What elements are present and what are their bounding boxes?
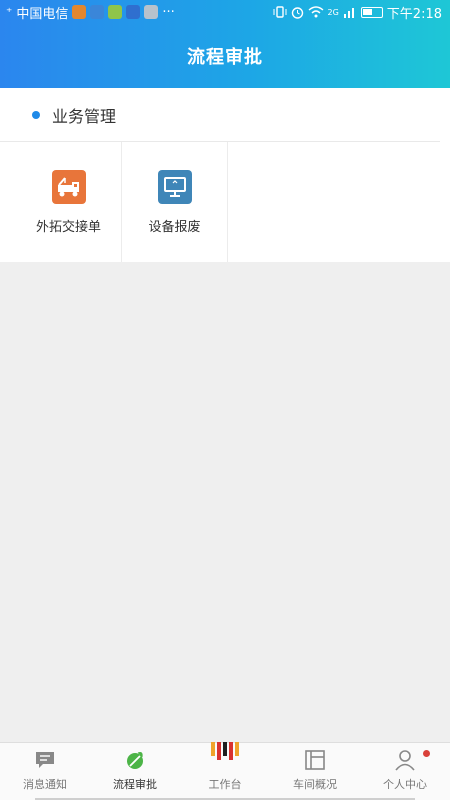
- function-grid: 外拓交接单 设备报废: [16, 142, 450, 262]
- network-type-label: 2G: [327, 7, 339, 17]
- clock-label: 下午2:18: [386, 6, 442, 22]
- equipment-scrap-label: 设备报废: [148, 219, 201, 235]
- person-icon: [394, 749, 416, 771]
- workbench-logo-icon: [211, 742, 239, 760]
- tab-profile-label: 个人中心: [383, 778, 427, 791]
- page-title: 流程审批: [187, 47, 263, 68]
- section-header: 业务管理: [0, 88, 440, 142]
- page-title-bar: 流程审批: [0, 24, 450, 88]
- notification-files-icon: [108, 5, 123, 19]
- tow-truck-icon: [51, 169, 86, 204]
- tab-workbench[interactable]: 工作台: [180, 742, 270, 800]
- tab-workshop-label: 车间概况: [293, 778, 337, 791]
- handover-form-label: 外拓交接单: [35, 219, 101, 235]
- tab-messages-label: 消息通知: [23, 778, 67, 791]
- app-header: ⁺ 中国电信 ··· 2G 下午2:18 流程审批: [0, 0, 450, 88]
- notification-badge: [423, 750, 430, 757]
- monitor-icon: [157, 169, 192, 204]
- status-bar: ⁺ 中国电信 ··· 2G 下午2:18: [0, 0, 450, 24]
- notification-app-icon: [72, 5, 87, 19]
- workshop-layout-icon: [304, 749, 326, 771]
- status-bar-left: ⁺ 中国电信 ···: [6, 3, 175, 22]
- business-management-section: 业务管理 外拓交接单 设备报废: [0, 88, 450, 262]
- tab-approval[interactable]: 流程审批: [90, 743, 180, 800]
- tab-approval-label: 流程审批: [113, 778, 157, 791]
- bottom-tab-bar: 消息通知 流程审批 工作台 车间概况 个人中心: [0, 742, 450, 800]
- section-title: 业务管理: [52, 106, 117, 126]
- status-bar-right: 2G 下午2:18: [273, 3, 442, 22]
- tab-workshop[interactable]: 车间概况: [270, 743, 360, 800]
- wifi-icon: [308, 6, 323, 18]
- tab-profile[interactable]: 个人中心: [360, 743, 450, 800]
- notification-5g-icon: [126, 5, 141, 19]
- signal-plus-icon: ⁺: [6, 5, 13, 19]
- equipment-scrap-button[interactable]: 设备报废: [122, 142, 228, 262]
- carrier-label: 中国电信: [16, 6, 69, 22]
- approval-leaf-icon: [124, 749, 146, 771]
- notification-browser-icon: [90, 5, 105, 19]
- section-bullet-icon: [32, 110, 40, 119]
- alarm-icon: [291, 6, 303, 19]
- notification-chat-icon: [144, 5, 159, 19]
- message-icon: [34, 749, 56, 771]
- handover-form-button[interactable]: 外拓交接单: [16, 142, 122, 262]
- vibrate-icon: [273, 6, 286, 18]
- battery-icon: [360, 6, 383, 18]
- signal-strength-icon: [343, 8, 354, 18]
- more-notifications-icon: ···: [162, 4, 175, 20]
- tab-messages[interactable]: 消息通知: [0, 743, 90, 800]
- tab-workbench-label: 工作台: [208, 778, 242, 791]
